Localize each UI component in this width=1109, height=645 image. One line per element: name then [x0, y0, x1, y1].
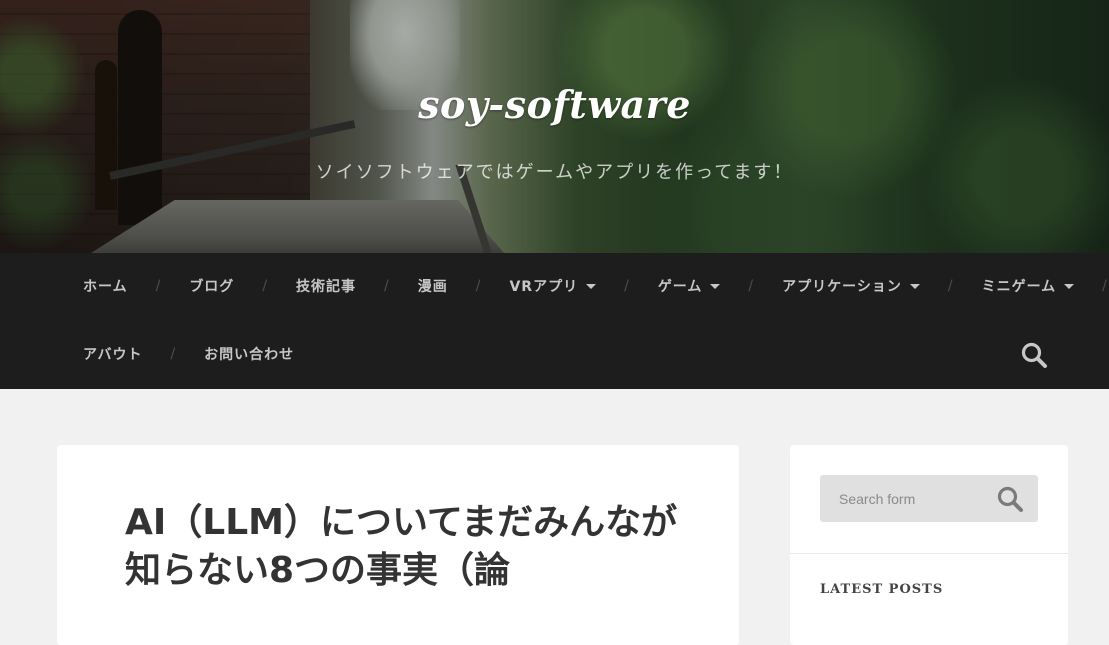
nav-row-secondary: アバウト / お問い合わせ	[83, 344, 294, 364]
nav-item-about[interactable]: アバウト	[83, 344, 142, 364]
nav-row-primary: ホーム / ブログ / 技術記事 / 漫画 / VRアプリ / ゲーム / アプ…	[83, 276, 1109, 296]
latest-posts-heading: LATEST POSTS	[820, 582, 944, 597]
search-icon[interactable]	[996, 485, 1024, 513]
nav-item-label: ブログ	[189, 279, 235, 295]
main-navigation	[0, 253, 1109, 389]
site-header: soy-software ソイソフトウェアではゲームやアプリを作ってます！	[0, 0, 1109, 253]
nav-item-label: アプリケーション	[782, 279, 902, 295]
nav-item-label: 技術記事	[296, 279, 357, 295]
nav-separator: /	[748, 278, 754, 294]
nav-separator: /	[475, 278, 481, 294]
nav-item-vr-apps[interactable]: VRアプリ	[509, 276, 597, 296]
nav-item-label: ミニゲーム	[981, 279, 1057, 295]
nav-item-label: お問い合わせ	[204, 347, 295, 363]
nav-item-label: アバウト	[83, 347, 143, 363]
nav-item-manga[interactable]: 漫画	[418, 276, 448, 296]
nav-item-label: ゲーム	[657, 279, 703, 295]
nav-item-label: VRアプリ	[509, 279, 579, 295]
nav-item-home[interactable]: ホーム	[83, 276, 128, 296]
site-title[interactable]: soy-software	[0, 82, 1109, 127]
sidebar-search-form	[820, 475, 1038, 522]
nav-item-label: ホーム	[83, 279, 128, 295]
nav-separator: /	[170, 346, 176, 362]
search-icon[interactable]	[1020, 341, 1048, 369]
nav-item-blog[interactable]: ブログ	[189, 276, 234, 296]
nav-item-contact[interactable]: お問い合わせ	[204, 344, 294, 364]
nav-separator: /	[155, 278, 161, 294]
search-input[interactable]	[820, 475, 990, 522]
nav-item-label: 漫画	[417, 279, 448, 295]
nav-separator: /	[384, 278, 389, 294]
nav-item-applications[interactable]: アプリケーション	[782, 276, 920, 296]
nav-item-tech-articles[interactable]: 技術記事	[296, 276, 356, 296]
site-tagline: ソイソフトウェアではゲームやアプリを作ってます！	[315, 162, 794, 183]
chevron-down-icon	[710, 283, 721, 289]
nav-separator: /	[947, 278, 953, 294]
sidebar: LATEST POSTS	[790, 445, 1068, 645]
chevron-down-icon	[909, 283, 920, 289]
post-card: AI（LLM）についてまだみんなが知らない8つの事実（論	[57, 445, 739, 645]
post-title[interactable]: AI（LLM）についてまだみんなが知らない8つの事実（論	[125, 499, 685, 595]
chevron-down-icon	[586, 283, 597, 289]
nav-item-mini-games[interactable]: ミニゲーム	[982, 276, 1075, 296]
nav-item-games[interactable]: ゲーム	[658, 276, 721, 296]
nav-separator: /	[1102, 278, 1107, 294]
chevron-down-icon	[1064, 283, 1075, 289]
nav-separator: /	[624, 278, 629, 294]
nav-separator: /	[262, 278, 268, 294]
divider	[790, 553, 1068, 554]
